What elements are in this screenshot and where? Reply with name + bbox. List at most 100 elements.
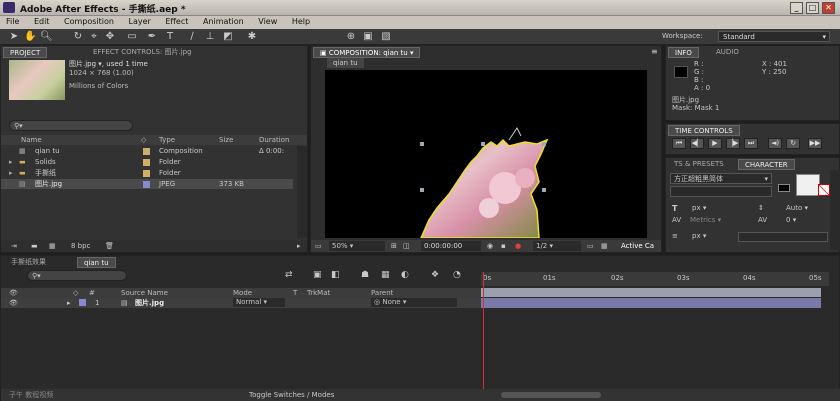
ram-preview-button[interactable]: ▶▶: [808, 138, 822, 149]
project-search-input[interactable]: ⚲▾: [9, 120, 133, 131]
font-family-select[interactable]: 方正超粗黑简体 ▾: [670, 173, 772, 184]
current-time-indicator[interactable]: [483, 272, 484, 394]
font-size-unit[interactable]: px ▾: [692, 204, 706, 212]
stroke-mode-select[interactable]: [738, 232, 828, 242]
snapshot-icon[interactable]: ◉: [487, 240, 493, 252]
selection-tool-icon[interactable]: ➤: [8, 31, 20, 43]
col-parent[interactable]: Parent: [371, 288, 393, 298]
parent-select[interactable]: ◎ None ▾: [371, 298, 457, 307]
menu-composition[interactable]: Composition: [58, 16, 120, 26]
visibility-icon[interactable]: 👁︎: [9, 298, 18, 308]
work-area-bar[interactable]: [481, 288, 821, 297]
bounding-handle[interactable]: [420, 188, 424, 192]
menu-help[interactable]: Help: [286, 16, 316, 26]
stroke-width-unit[interactable]: px ▾: [692, 232, 706, 240]
new-comp-icon[interactable]: ▦: [49, 240, 56, 252]
menu-edit[interactable]: Edit: [28, 16, 56, 26]
bit-depth[interactable]: 8 bpc: [71, 240, 90, 252]
expand-arrow-icon[interactable]: ▸: [9, 168, 13, 178]
tab-audio[interactable]: AUDIO: [710, 47, 745, 58]
list-item[interactable]: ▤ 图片.jpg JPEG 373 KB: [1, 179, 293, 189]
hide-shy-icon[interactable]: ☗: [361, 270, 369, 280]
toggle-switches-button[interactable]: Toggle Switches / Modes: [249, 389, 334, 401]
expand-arrow-icon[interactable]: ▸: [67, 298, 71, 308]
bounding-handle[interactable]: [481, 142, 485, 146]
tab-character[interactable]: CHARACTER: [738, 159, 795, 170]
tracking-value[interactable]: 0 ▾: [786, 216, 796, 224]
scroll-right-icon[interactable]: ▸: [297, 240, 301, 252]
time-ruler[interactable]: 0s 01s 02s 03s 04s 05s: [481, 272, 829, 286]
no-stroke-icon[interactable]: [818, 184, 830, 196]
menu-effect[interactable]: Effect: [159, 16, 194, 26]
list-item[interactable]: ▸ ▬ Solids Folder: [1, 157, 307, 167]
tab-timeline-comp1[interactable]: 手撕纸效果: [5, 257, 52, 268]
timeline-scrollbar[interactable]: [829, 286, 839, 390]
play-button[interactable]: ▶: [708, 138, 722, 149]
clone-tool-icon[interactable]: ⊥: [204, 31, 216, 43]
transparency-grid-icon[interactable]: ▦: [601, 240, 608, 252]
list-item[interactable]: ▸ ▬ 手撕纸 Folder: [1, 168, 307, 178]
brush-tool-icon[interactable]: ∕: [186, 31, 198, 43]
col-trkmat[interactable]: TrkMat: [307, 288, 330, 298]
tab-composition[interactable]: ▣ COMPOSITION: qian tu ▾: [313, 47, 421, 58]
last-frame-button[interactable]: ⏭: [744, 138, 758, 149]
zoom-tool-icon[interactable]: 🔍︎: [40, 31, 53, 43]
type-tool-icon[interactable]: T: [164, 31, 176, 43]
channel-icon[interactable]: ●: [515, 240, 521, 252]
workspace-select[interactable]: Standard ▾: [718, 31, 830, 42]
panel-menu-icon[interactable]: ≡: [651, 47, 658, 56]
draft-3d-icon[interactable]: ◧: [331, 270, 340, 280]
col-source-name[interactable]: Source Name: [121, 288, 168, 298]
layer-duration-bar[interactable]: [481, 298, 821, 308]
col-duration[interactable]: Duration: [259, 135, 289, 145]
tab-project[interactable]: PROJECT: [3, 47, 48, 58]
brainstorm-icon[interactable]: ❖: [431, 270, 439, 280]
minimize-button[interactable]: _: [790, 2, 803, 14]
col-size[interactable]: Size: [219, 135, 233, 145]
bounding-handle[interactable]: [542, 142, 546, 146]
col-t[interactable]: T: [293, 288, 297, 298]
timeline-zoom-slider[interactable]: [501, 392, 601, 398]
project-scrollbar[interactable]: [297, 146, 307, 238]
label-swatch[interactable]: [79, 299, 86, 306]
table-row[interactable]: 👁︎ ▸ 1 ▤ 图片.jpg Normal ▾ ◎ None ▾: [1, 298, 481, 308]
view-axis-icon[interactable]: ▧: [380, 31, 392, 43]
current-time[interactable]: 0:00:00:00: [421, 241, 481, 251]
leading-value[interactable]: Auto ▾: [786, 204, 808, 212]
camera-tool-icon[interactable]: ⌖: [88, 31, 100, 43]
first-frame-button[interactable]: ⏮: [672, 138, 686, 149]
zoom-select[interactable]: 50% ▾: [329, 241, 385, 251]
label-icon[interactable]: ◇: [141, 135, 146, 145]
mask-visibility-icon[interactable]: ◫: [403, 240, 410, 252]
layer-name[interactable]: 图片.jpg: [135, 298, 164, 308]
world-axis-icon[interactable]: ▣: [362, 31, 374, 43]
menu-layer[interactable]: Layer: [123, 16, 157, 26]
next-frame-button[interactable]: ▕▶: [726, 138, 740, 149]
comp-mini-flowchart-icon[interactable]: ⇄: [285, 270, 293, 280]
trash-icon[interactable]: 🗑︎: [105, 240, 114, 252]
show-snapshot-icon[interactable]: ▪: [501, 240, 506, 252]
list-item[interactable]: ▦ qian tu Composition Δ 0:00:: [1, 146, 307, 156]
pan-behind-tool-icon[interactable]: ✥: [104, 31, 116, 43]
audio-button[interactable]: ◄): [768, 138, 782, 149]
col-name[interactable]: Name: [21, 135, 42, 145]
rotate-tool-icon[interactable]: ↻: [72, 31, 84, 43]
prev-frame-button[interactable]: ◀▏: [690, 138, 704, 149]
tab-timeline-comp2[interactable]: qian tu: [77, 257, 116, 268]
camera-select[interactable]: Active Ca: [621, 240, 654, 252]
close-button[interactable]: ✕: [822, 2, 835, 14]
tab-info[interactable]: INFO: [668, 47, 699, 58]
pen-tool-icon[interactable]: ✒: [146, 31, 158, 43]
eraser-tool-icon[interactable]: ◩: [222, 31, 234, 43]
expand-arrow-icon[interactable]: ▸: [9, 157, 13, 167]
col-type[interactable]: Type: [159, 135, 175, 145]
kerning-value[interactable]: Metrics ▾: [690, 216, 721, 224]
tab-effect-controls[interactable]: EFFECT CONTROLS: 图片.jpg: [87, 47, 198, 58]
interpret-footage-icon[interactable]: ⇥: [11, 240, 17, 252]
mask-tool-icon[interactable]: ▭: [126, 31, 138, 43]
maximize-button[interactable]: □: [806, 2, 819, 14]
bounding-handle[interactable]: [542, 188, 546, 192]
menu-file[interactable]: File: [0, 16, 25, 26]
always-preview-icon[interactable]: ▭: [315, 240, 322, 252]
comp-subtab[interactable]: qian tu: [327, 58, 364, 68]
